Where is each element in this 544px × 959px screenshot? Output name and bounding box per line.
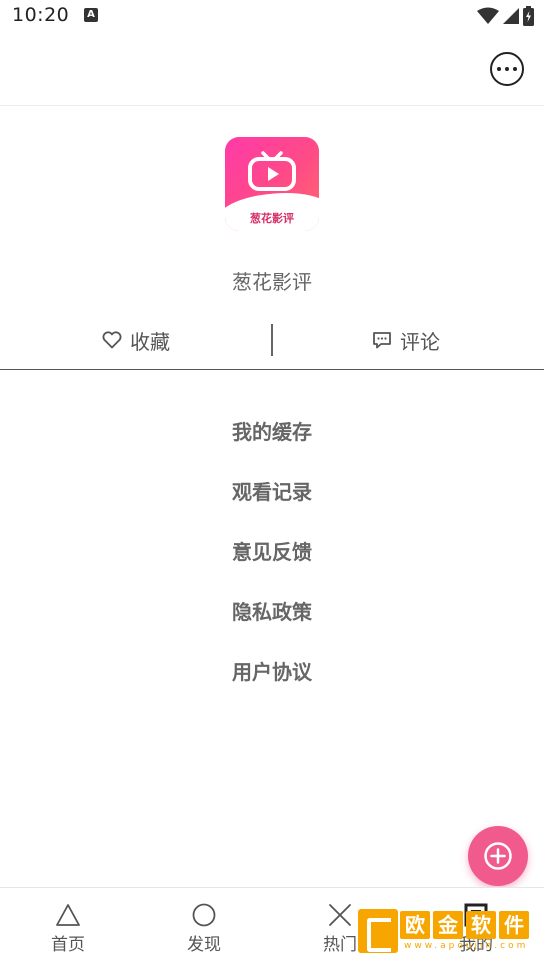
status-time: 10:20 [12,4,70,26]
favorite-button[interactable]: 收藏 [102,322,170,358]
logo-text: 葱花影评 [250,212,294,225]
status-indicators [477,6,534,26]
signal-icon [503,8,519,24]
watermark-url: www.apoujin.com [404,941,529,951]
watermark-box-icon [358,909,398,953]
menu-item-agreement[interactable]: 用户协议 [0,640,544,700]
tv-play-icon [248,151,296,191]
profile-actions: 收藏 评论 [0,322,544,358]
cross-icon [327,902,353,928]
watermark-char: 件 [499,911,529,939]
watermark-logo: 欧 金 软 件 www.apoujin.com [358,907,538,955]
watermark-char: 欧 [400,911,430,939]
battery-icon [523,6,534,26]
tab-home-label: 首页 [51,935,85,955]
more-options-button[interactable] [490,52,524,86]
circle-icon [191,902,217,928]
menu-list: 我的缓存 观看记录 意见反馈 隐私政策 用户协议 [0,400,544,700]
watermark-char: 金 [433,911,463,939]
menu-item-history[interactable]: 观看记录 [0,460,544,520]
app-logo: 葱花影评 [225,137,319,231]
comment-icon [373,332,391,349]
tab-discover[interactable]: 发现 [136,888,272,959]
floating-action-button[interactable] [468,826,528,886]
top-bar [0,32,544,106]
wifi-icon [477,7,499,24]
notification-badge: A [84,8,98,22]
menu-item-cache[interactable]: 我的缓存 [0,400,544,460]
status-bar: 10:20 A [0,0,544,32]
plus-circle-icon [484,842,512,870]
favorite-label: 收藏 [130,329,170,354]
menu-item-privacy[interactable]: 隐私政策 [0,580,544,640]
app-name: 葱花影评 [232,270,312,294]
tab-discover-label: 发现 [187,935,221,955]
heart-icon [102,331,122,349]
tab-hot-label: 热门 [323,935,357,955]
more-circle-icon [497,67,501,71]
comment-button[interactable]: 评论 [372,322,440,358]
action-divider [271,324,273,356]
menu-item-feedback[interactable]: 意见反馈 [0,520,544,580]
comment-label: 评论 [400,329,440,354]
watermark-char: 软 [466,911,496,939]
tab-home[interactable]: 首页 [0,888,136,959]
triangle-icon [55,902,81,928]
profile-section: 葱花影评 葱花影评 收藏 评论 [0,106,544,370]
